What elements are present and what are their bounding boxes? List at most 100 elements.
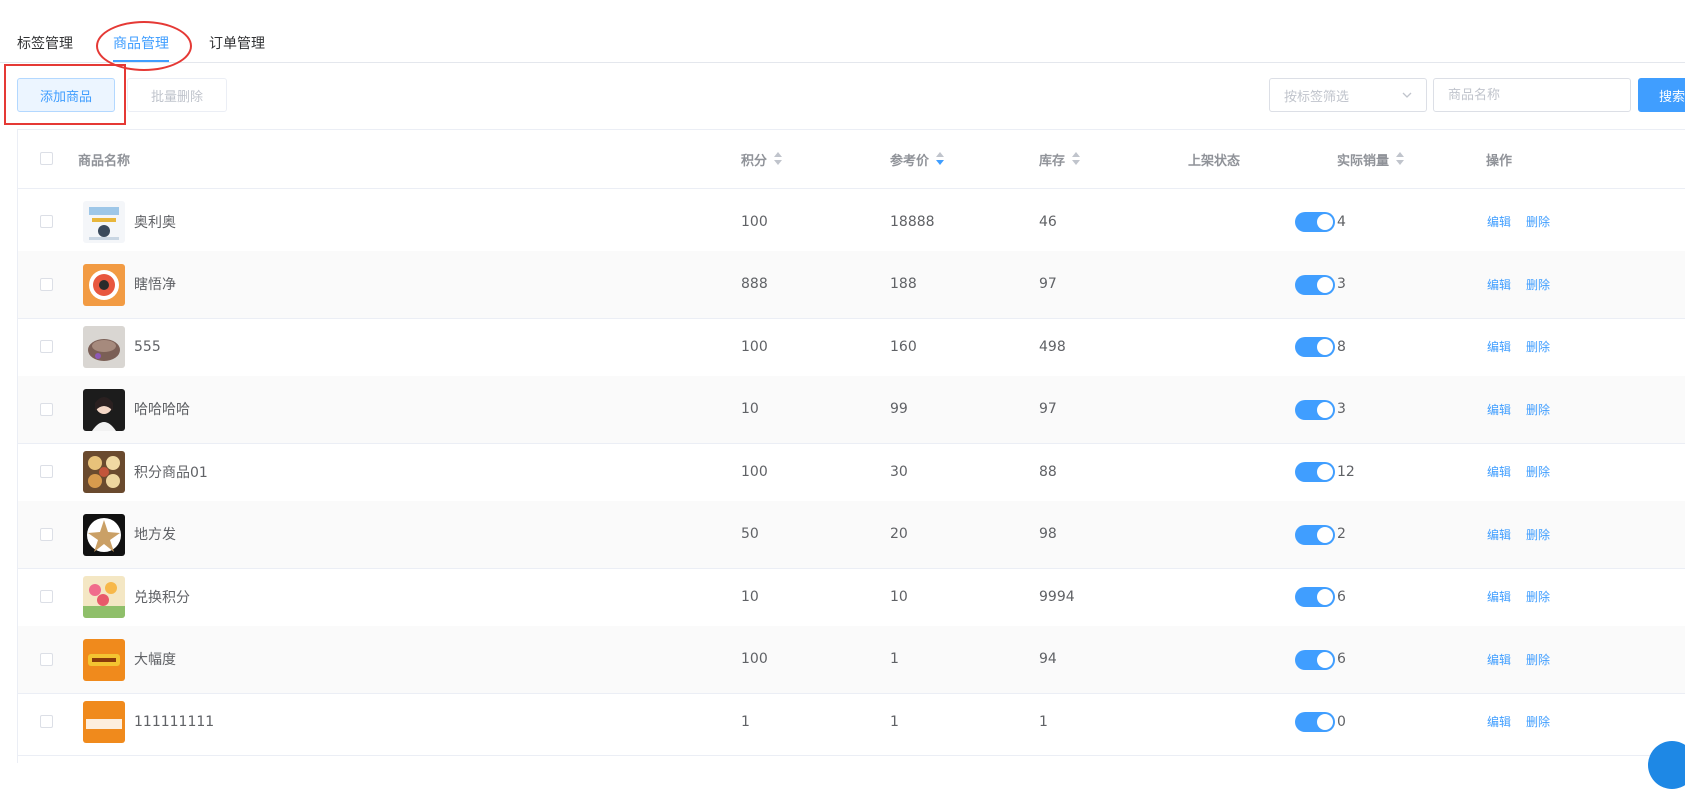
table-row: 555 100 160 498 8 编辑 删除 xyxy=(18,313,1685,381)
edit-link[interactable]: 编辑 xyxy=(1487,688,1511,755)
sales-value: 0 xyxy=(1337,713,1346,730)
table-row: 111111111 1 1 1 0 编辑 删除 xyxy=(18,688,1685,756)
table-row: 奥利奥 100 18888 46 4 编辑 删除 xyxy=(18,188,1685,256)
delete-link[interactable]: 删除 xyxy=(1526,688,1550,755)
table-row: 哈哈哈哈 10 99 97 3 编辑 删除 xyxy=(18,375,1685,444)
toggle-knob xyxy=(1317,714,1333,730)
shelf-status-toggle[interactable] xyxy=(1295,649,1335,670)
points-value: 1 xyxy=(741,713,750,730)
row-checkbox[interactable] xyxy=(40,340,53,353)
shelf-status-toggle[interactable] xyxy=(1295,274,1335,295)
edit-link[interactable]: 编辑 xyxy=(1487,438,1511,505)
tab-product-management[interactable]: 商品管理 xyxy=(113,33,169,53)
search-button[interactable]: 搜索 xyxy=(1638,78,1685,112)
edit-link[interactable]: 编辑 xyxy=(1487,376,1511,443)
toggle-knob xyxy=(1317,401,1333,418)
toggle-knob xyxy=(1317,339,1333,355)
orange-logo-thumbnail xyxy=(83,638,125,681)
portrait-thumbnail xyxy=(83,388,125,431)
tab-order-management[interactable]: 订单管理 xyxy=(209,33,265,53)
shelf-status-toggle[interactable] xyxy=(1295,587,1335,607)
toggle-knob xyxy=(1317,276,1333,293)
shelf-status-toggle[interactable] xyxy=(1295,337,1335,357)
sales-value: 3 xyxy=(1337,401,1346,417)
shelf-status-toggle[interactable] xyxy=(1295,712,1335,732)
stock-value: 9994 xyxy=(1039,588,1075,605)
edit-link[interactable]: 编辑 xyxy=(1487,188,1511,255)
floating-help-button[interactable] xyxy=(1648,741,1685,789)
tab-tag-management[interactable]: 标签管理 xyxy=(17,33,73,53)
chevron-down-icon xyxy=(1402,92,1412,98)
shelf-status-toggle[interactable] xyxy=(1295,399,1335,420)
shelf-status-toggle[interactable] xyxy=(1295,462,1335,482)
points-value: 888 xyxy=(741,276,768,292)
row-checkbox[interactable] xyxy=(40,402,53,416)
product-table: 商品名称 积分 参考价 库存 上架状态 实际销量 操作 奥利奥 100 18888 4… xyxy=(17,129,1685,763)
reference-price-value: 99 xyxy=(890,401,908,417)
header-stock[interactable]: 库存 xyxy=(1039,130,1081,188)
delete-link[interactable]: 删除 xyxy=(1526,626,1550,693)
shelf-status-toggle[interactable] xyxy=(1295,212,1335,232)
sales-value: 6 xyxy=(1337,588,1346,605)
sales-value: 3 xyxy=(1337,276,1346,292)
points-value: 100 xyxy=(741,651,768,667)
tag-filter-select[interactable]: 按标签筛选 xyxy=(1269,78,1427,112)
row-checkbox[interactable] xyxy=(40,215,53,228)
delete-link[interactable]: 删除 xyxy=(1526,563,1550,630)
delete-link[interactable]: 删除 xyxy=(1526,501,1550,568)
stock-value: 98 xyxy=(1039,526,1057,542)
row-checkbox[interactable] xyxy=(40,652,53,666)
header-actual-sales[interactable]: 实际销量 xyxy=(1337,130,1405,188)
toggle-knob xyxy=(1317,651,1333,668)
reference-price-value: 1 xyxy=(890,651,899,667)
flowers-thumbnail xyxy=(83,576,125,618)
product-name: 瞎悟净 xyxy=(134,277,176,293)
sort-caret-icon[interactable] xyxy=(1072,152,1081,166)
product-name-input[interactable] xyxy=(1433,78,1631,112)
tab-bar: 标签管理 商品管理 订单管理 xyxy=(0,0,1685,63)
edit-link[interactable]: 编辑 xyxy=(1487,501,1511,568)
batch-delete-button[interactable]: 批量删除 xyxy=(127,78,227,112)
header-points[interactable]: 积分 xyxy=(741,130,783,188)
points-value: 50 xyxy=(741,526,759,542)
sales-value: 12 xyxy=(1337,463,1355,480)
delete-link[interactable]: 删除 xyxy=(1526,251,1550,318)
sort-caret-icon[interactable] xyxy=(1396,152,1405,166)
edit-link[interactable]: 编辑 xyxy=(1487,313,1511,380)
edit-link[interactable]: 编辑 xyxy=(1487,251,1511,318)
edit-link[interactable]: 编辑 xyxy=(1487,563,1511,630)
row-checkbox[interactable] xyxy=(40,715,53,728)
edit-link[interactable]: 编辑 xyxy=(1487,626,1511,693)
header-reference-price[interactable]: 参考价 xyxy=(890,130,945,188)
product-name: 111111111 xyxy=(134,713,215,730)
sort-caret-icon[interactable] xyxy=(774,152,783,166)
stock-value: 94 xyxy=(1039,651,1057,667)
select-all-checkbox[interactable] xyxy=(40,152,53,165)
header-actions: 操作 xyxy=(1486,153,1513,169)
delete-link[interactable]: 删除 xyxy=(1526,438,1550,505)
sort-caret-icon[interactable] xyxy=(936,152,945,166)
tag-filter-placeholder: 按标签筛选 xyxy=(1284,89,1350,105)
product-name: 大幅度 xyxy=(134,652,176,668)
reference-price-value: 20 xyxy=(890,526,908,542)
points-value: 100 xyxy=(741,213,768,230)
active-tab-indicator xyxy=(113,60,169,62)
delete-link[interactable]: 删除 xyxy=(1526,313,1550,380)
table-row: 兑换积分 10 10 9994 6 编辑 删除 xyxy=(18,563,1685,631)
row-checkbox[interactable] xyxy=(40,527,53,541)
poster-thumbnail xyxy=(83,201,125,243)
table-row: 地方发 50 20 98 2 编辑 删除 xyxy=(18,500,1685,569)
reference-price-value: 18888 xyxy=(890,213,935,230)
row-checkbox[interactable] xyxy=(40,590,53,603)
row-checkbox[interactable] xyxy=(40,277,53,291)
delete-link[interactable]: 删除 xyxy=(1526,376,1550,443)
delete-link[interactable]: 删除 xyxy=(1526,188,1550,255)
reference-price-value: 30 xyxy=(890,463,908,480)
shelf-status-toggle[interactable] xyxy=(1295,524,1335,545)
add-product-button[interactable]: 添加商品 xyxy=(17,78,115,112)
product-name: 地方发 xyxy=(134,527,176,543)
header-product-name: 商品名称 xyxy=(78,153,131,169)
toggle-knob xyxy=(1317,589,1333,605)
reference-price-value: 160 xyxy=(890,338,917,355)
row-checkbox[interactable] xyxy=(40,465,53,478)
